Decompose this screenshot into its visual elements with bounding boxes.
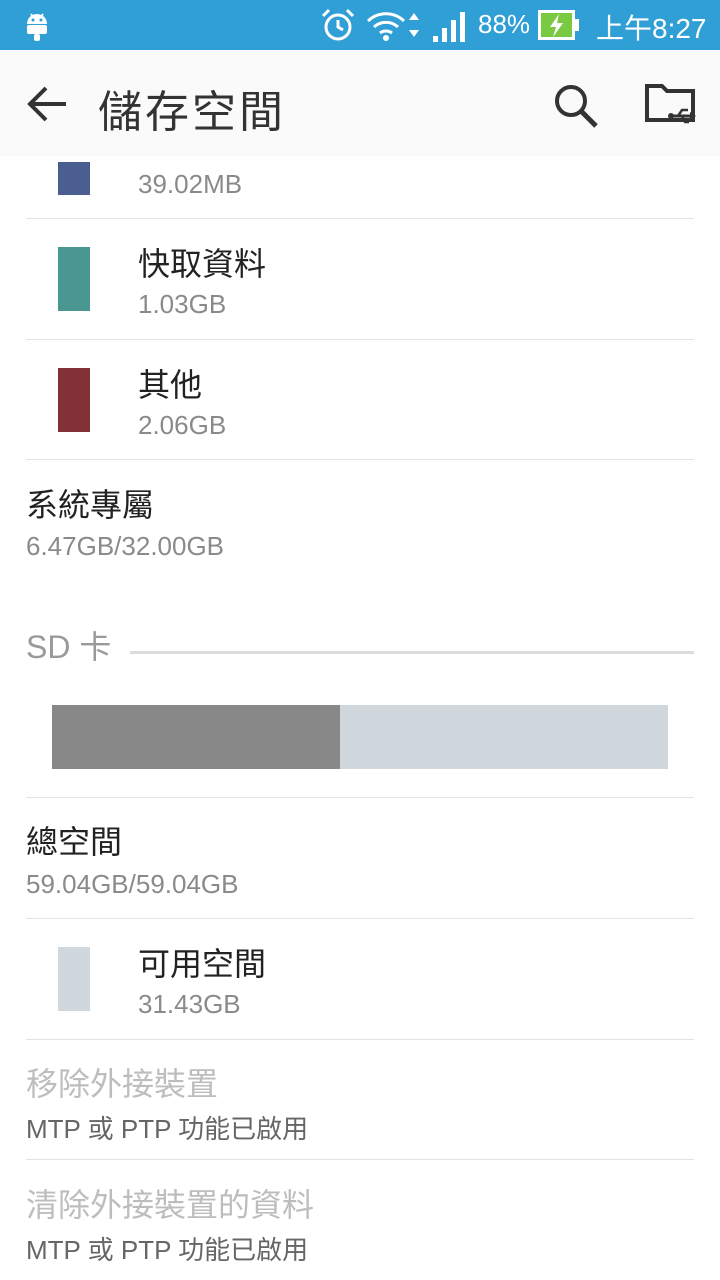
unmount-title: 移除外接裝置: [26, 1065, 219, 1103]
storage-item-size: 31.43GB: [138, 989, 241, 1019]
storage-item-other[interactable]: 其他 2.06GB: [0, 340, 720, 460]
sd-usage-bar: [52, 705, 668, 769]
color-swatch: [58, 368, 90, 432]
storage-item-cache[interactable]: 快取資料 1.03GB: [0, 219, 720, 339]
divider: [26, 1159, 694, 1160]
back-arrow-icon[interactable]: [26, 84, 68, 128]
signal-icon: [432, 10, 466, 46]
color-swatch: [58, 947, 90, 1011]
erase-subtitle: MTP 或 PTP 功能已啟用: [26, 1235, 309, 1265]
page-title: 儲存空間: [98, 87, 286, 138]
section-divider: [130, 651, 694, 654]
clock: 上午8:27: [596, 13, 707, 44]
storage-item-size: 39.02MB: [138, 169, 243, 199]
total-space-value: 59.04GB/59.04GB: [26, 869, 239, 899]
unmount-subtitle: MTP 或 PTP 功能已啟用: [26, 1114, 309, 1144]
divider: [26, 797, 694, 798]
divider: [26, 459, 694, 460]
app-bar: 儲存空間: [0, 50, 720, 156]
sd-usage-used: [52, 705, 341, 769]
divider: [26, 1039, 694, 1040]
sd-card-header: SD 卡: [26, 629, 112, 665]
android-icon: [22, 10, 52, 46]
status-bar: 88% 上午8:27: [0, 0, 720, 50]
folder-usb-icon[interactable]: [644, 80, 698, 132]
system-title: 系統專屬: [26, 486, 155, 524]
battery-charging-icon: [538, 10, 580, 44]
alarm-icon: [320, 8, 356, 46]
erase-title: 清除外接裝置的資料: [26, 1186, 315, 1224]
color-swatch: [58, 247, 90, 311]
storage-item-title: 可用空間: [138, 945, 267, 983]
battery-percent: 88%: [478, 9, 531, 39]
search-icon[interactable]: [552, 82, 600, 134]
color-swatch: [58, 162, 90, 195]
storage-item-title: 其他: [138, 366, 203, 404]
total-space-title: 總空間: [26, 823, 123, 861]
storage-item-title: 快取資料: [138, 245, 267, 283]
storage-item-size: 2.06GB: [138, 410, 227, 440]
system-value: 6.47GB/32.00GB: [26, 531, 225, 561]
storage-item-size: 1.03GB: [138, 289, 227, 319]
storage-item-available[interactable]: 可用空間 31.43GB: [0, 919, 720, 1039]
wifi-icon: [366, 9, 424, 45]
storage-item-partial[interactable]: 39.02MB: [0, 156, 720, 218]
